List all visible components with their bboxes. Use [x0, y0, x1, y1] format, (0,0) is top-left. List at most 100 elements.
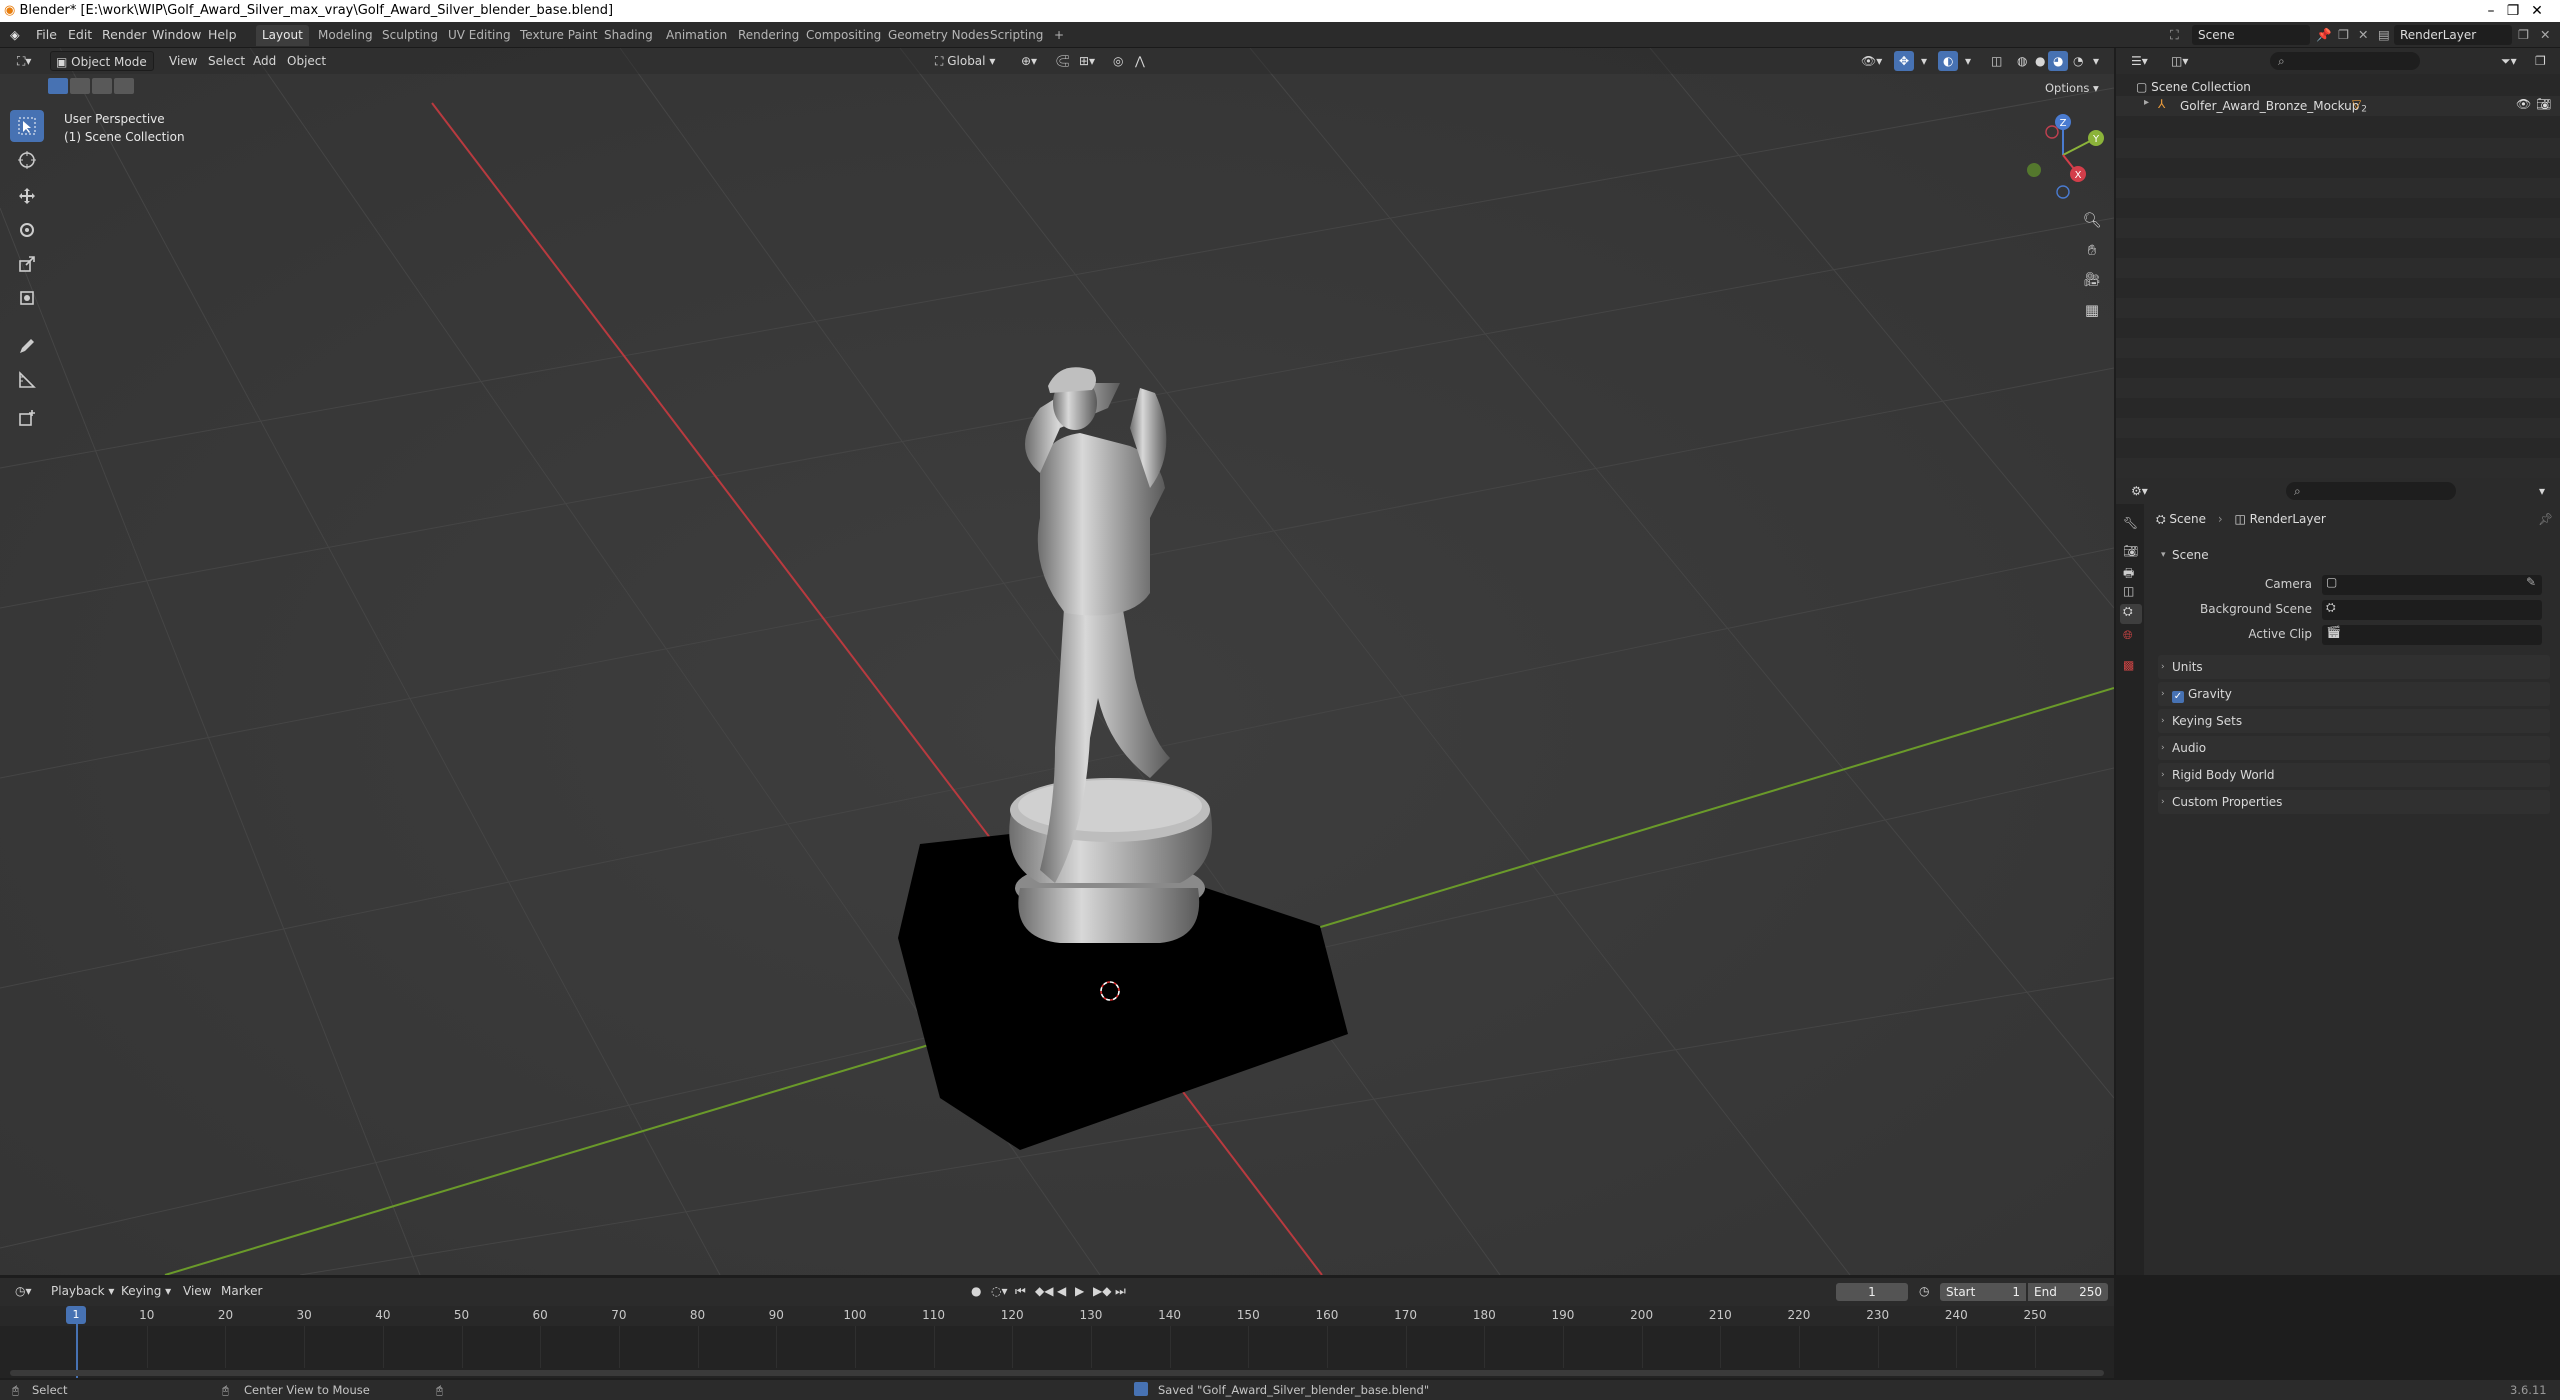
scene-panel-header[interactable]: ▾ Scene — [2158, 543, 2550, 567]
menu-render[interactable]: Render — [98, 26, 151, 44]
visibility-icon[interactable]: 👁︎▾ — [1856, 51, 1887, 71]
rotate-tool[interactable] — [10, 214, 44, 246]
section-keying-sets[interactable]: › Keying Sets — [2158, 709, 2550, 733]
outliner-panel[interactable]: ☰▾ ◫▾ ⌕ ⏷▾ ❐ ▢ Scene Collection ▸ ⅄ Golf… — [2116, 48, 2560, 478]
tab-geometry-nodes[interactable]: Geometry Nodes — [882, 25, 995, 46]
mode-dropdown[interactable]: ▣ Object Mode ▾ — [50, 51, 154, 89]
new-collection-icon[interactable]: ❐ — [2530, 51, 2551, 71]
outliner-editor-icon[interactable]: ☰▾ — [2126, 51, 2153, 71]
clock-icon[interactable]: ◷ — [1914, 1281, 1934, 1301]
delete-view-layer-icon[interactable]: ✕ — [2536, 26, 2554, 44]
menu-object[interactable]: Object — [282, 51, 331, 71]
navigation-gizmo[interactable]: Z Y X — [2018, 110, 2108, 200]
editor-type-icon[interactable]: ⛶▾ — [12, 51, 36, 71]
menu-view[interactable]: View — [164, 51, 202, 71]
timeline-scrollbar[interactable] — [10, 1370, 2104, 1376]
pivot-point-icon[interactable]: ⊕▾ — [1016, 51, 1042, 71]
tab-modeling[interactable]: Modeling — [312, 25, 379, 46]
add-cube-tool[interactable] — [10, 402, 44, 434]
outliner-root[interactable]: ▢ Scene Collection — [2136, 78, 2251, 96]
tool-tab-icon[interactable]: 🔧︎ — [2123, 516, 2138, 530]
menu-add[interactable]: Add — [248, 51, 281, 71]
snap-target-icon[interactable]: ⊞▾ — [1074, 51, 1100, 71]
tab-sculpting[interactable]: Sculpting — [376, 25, 444, 46]
tab-compositing[interactable]: Compositing — [800, 25, 887, 46]
jump-end-icon[interactable]: ⏭ — [1110, 1281, 1131, 1301]
menu-help[interactable]: Help — [204, 26, 241, 44]
pin-icon[interactable]: 📌︎ — [2538, 512, 2553, 526]
properties-panel[interactable]: ⚙▾ ⌕ ▾ 🔧︎ 📷︎ 🖶︎ ◫ ⛭ 🌐︎ ▩ ⛭ Scene › ◫ Ren… — [2116, 478, 2560, 1275]
cursor-tool[interactable] — [10, 144, 44, 176]
tab-layout[interactable]: Layout — [256, 25, 309, 46]
xray-toggle-icon[interactable]: ◫ — [1986, 51, 2007, 71]
active-clip-field[interactable]: 🎬︎ — [2322, 625, 2542, 645]
playhead-frame-label[interactable]: 1 — [66, 1306, 86, 1324]
shading-dropdown-icon[interactable]: ▾ — [2088, 51, 2104, 71]
section-gravity[interactable]: › ✓ Gravity — [2158, 682, 2550, 706]
falloff-icon[interactable]: ⋀ — [1130, 51, 1150, 71]
move-tool[interactable] — [10, 180, 44, 212]
jump-start-icon[interactable]: ⏮ — [1010, 1281, 1031, 1301]
section-units[interactable]: › Units — [2158, 655, 2550, 679]
marker-menu[interactable]: Marker — [216, 1281, 267, 1301]
section-audio[interactable]: › Audio — [2158, 736, 2550, 760]
subtract-selection-icon[interactable] — [92, 78, 112, 94]
end-frame-field[interactable]: End 250 — [2028, 1283, 2108, 1301]
properties-editor-icon[interactable]: ⚙▾ — [2126, 481, 2153, 501]
render-camera-icon[interactable]: 📷︎ — [2536, 97, 2551, 111]
measure-tool[interactable] — [10, 364, 44, 396]
background-scene-field[interactable]: ⛭ — [2322, 600, 2542, 620]
scene-tab-icon[interactable]: ⛭ — [2120, 604, 2142, 624]
world-tab-icon[interactable]: 🌐︎ — [2123, 628, 2133, 643]
keying-menu[interactable]: Keying ▾ — [116, 1281, 176, 1301]
camera-field[interactable]: ▢ ✎ — [2322, 575, 2542, 595]
view-layer-tab-icon[interactable]: ◫ — [2123, 584, 2134, 598]
gizmo-dropdown-icon[interactable]: ▾ — [1916, 51, 1932, 71]
menu-select[interactable]: Select — [203, 51, 250, 71]
camera-view-button[interactable]: 🎥︎ — [2078, 266, 2106, 294]
texture-tab-icon[interactable]: ▩ — [2123, 658, 2134, 672]
output-tab-icon[interactable]: 🖶︎ — [2123, 564, 2134, 585]
scene-selector[interactable]: Scene — [2192, 25, 2310, 45]
blender-menu-icon[interactable]: ◈ — [6, 26, 24, 44]
display-mode-icon[interactable]: ◫▾ — [2166, 51, 2193, 71]
render-tab-icon[interactable]: 📷︎ — [2123, 544, 2138, 558]
tab-shading[interactable]: Shading — [598, 25, 659, 46]
record-icon[interactable]: ● — [966, 1281, 986, 1301]
new-scene-icon[interactable]: ❐ — [2334, 26, 2353, 44]
rendered-shading-icon[interactable]: ◔ — [2068, 51, 2088, 71]
gravity-checkbox[interactable]: ✓ — [2172, 691, 2184, 703]
menu-edit[interactable]: Edit — [64, 26, 96, 44]
proportional-edit-icon[interactable]: ◎ — [1108, 51, 1128, 71]
snap-toggle-icon[interactable]: 🧲︎ — [1050, 51, 1075, 71]
properties-search-input[interactable]: ⌕ — [2286, 482, 2456, 500]
play-reverse-icon[interactable]: ◀ — [1052, 1281, 1071, 1301]
viewport-3d[interactable]: User Perspective (1) Scene Collection Z … — [0, 48, 2114, 1275]
tab-animation[interactable]: Animation — [660, 25, 733, 46]
timeline-view-menu[interactable]: View — [178, 1281, 216, 1301]
set-selection-icon[interactable] — [48, 78, 68, 94]
new-view-layer-icon[interactable]: ❐ — [2514, 26, 2533, 44]
toggle-projection-button[interactable]: ▦ — [2078, 296, 2106, 324]
zoom-view-button[interactable]: 🔍︎ — [2078, 206, 2106, 234]
outliner-row[interactable]: ▸ ⅄ Golfer_Award_Bronze_Mockup ▽2 👁︎ 📷︎ — [2116, 96, 2560, 116]
scale-tool[interactable] — [10, 248, 44, 280]
delete-scene-icon[interactable]: ✕ — [2354, 26, 2372, 44]
expand-arrow-icon[interactable]: ▸ — [2144, 97, 2149, 108]
outliner-search-input[interactable]: ⌕ — [2270, 52, 2420, 70]
playback-menu[interactable]: Playback ▾ — [46, 1281, 119, 1301]
intersect-selection-icon[interactable] — [114, 78, 134, 94]
menu-file[interactable]: File — [32, 26, 61, 44]
tab-scripting[interactable]: Scripting — [984, 25, 1049, 46]
play-icon[interactable]: ▶ — [1070, 1281, 1089, 1301]
annotate-tool[interactable] — [10, 330, 44, 362]
section-custom-properties[interactable]: › Custom Properties — [2158, 790, 2550, 814]
tab-rendering[interactable]: Rendering — [732, 25, 805, 46]
current-frame-field[interactable]: 1 — [1836, 1283, 1908, 1301]
eyedropper-icon[interactable]: ✎ — [2526, 575, 2536, 589]
start-frame-field[interactable]: Start 1 — [1940, 1283, 2026, 1301]
pin-icon[interactable]: 📌 — [2312, 26, 2336, 44]
tab-uv-editing[interactable]: UV Editing — [442, 25, 517, 46]
section-rigid-body-world[interactable]: › Rigid Body World — [2158, 763, 2550, 787]
overlay-toggle-icon[interactable]: ◐ — [1938, 51, 1959, 71]
